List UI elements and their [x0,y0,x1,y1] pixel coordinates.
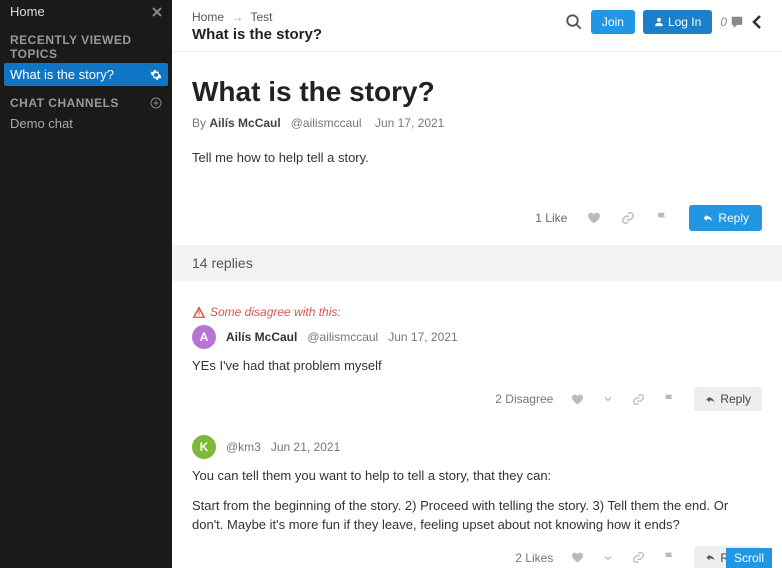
reply-button[interactable]: Reply [694,387,762,411]
chevron-down-icon[interactable] [602,393,614,405]
sidebar-item-recent-0[interactable]: What is the story? [4,63,168,86]
crumb-home[interactable]: Home [192,10,224,24]
replies-bar: 14 replies [172,245,782,281]
gear-icon[interactable] [150,69,162,81]
main: Home → Test What is the story? Join Log … [172,0,782,568]
crumb-test[interactable]: Test [250,10,272,24]
flag-icon[interactable] [663,551,676,564]
flag-note: Some disagree with this: [192,305,762,319]
reply-metric: 2 Disagree [495,392,553,406]
flag-icon[interactable] [663,393,676,406]
chat-heading: CHAT CHANNELS [10,96,119,110]
close-icon[interactable] [152,7,162,17]
heart-icon[interactable] [587,211,601,225]
reply-handle[interactable]: @km3 [226,440,261,454]
recent-heading: RECENTLY VIEWED TOPICS [10,33,162,61]
header-title: What is the story? [192,26,322,43]
avatar[interactable]: A [192,325,216,349]
reply-body: You can tell them you want to help to te… [192,467,762,485]
reply-author[interactable]: Ailís McCaul [226,330,297,344]
post-title: What is the story? [192,76,762,108]
reply-body: Start from the beginning of the story. 2… [192,497,762,533]
reply-body: YEs I've had that problem myself [192,357,762,375]
arrow-icon: → [231,10,243,24]
search-icon[interactable] [565,13,583,31]
reply-button[interactable]: Reply [689,205,762,231]
breadcrumb: Home → Test [192,10,322,24]
login-button[interactable]: Log In [643,10,712,34]
reply-date: Jun 21, 2021 [271,440,340,454]
heart-icon[interactable] [571,551,584,564]
reply-metric: 2 Likes [515,551,553,565]
likes-count: 1 Like [535,211,567,225]
chevron-left-icon[interactable] [752,15,762,29]
reply-handle[interactable]: @ailismccaul [307,330,378,344]
scroll-button[interactable]: Scroll [726,548,772,568]
link-icon[interactable] [621,211,635,225]
reply-item: K @km3 Jun 21, 2021 You can tell them yo… [192,435,762,568]
link-icon[interactable] [632,551,645,564]
sidebar: Home RECENTLY VIEWED TOPICS What is the … [0,0,172,568]
post-body: Tell me how to help tell a story. [192,150,762,165]
join-button[interactable]: Join [591,10,635,34]
reply-date: Jun 17, 2021 [388,330,457,344]
reply-item: Some disagree with this: A Ailís McCaul … [192,305,762,411]
add-channel-icon[interactable] [150,97,162,109]
comment-count[interactable]: 0 [720,15,744,29]
chevron-down-icon[interactable] [602,552,614,564]
sidebar-item-chat-0[interactable]: Demo chat [0,112,172,135]
nav-home[interactable]: Home [10,4,45,19]
avatar[interactable]: K [192,435,216,459]
heart-icon[interactable] [571,393,584,406]
flag-icon[interactable] [655,211,669,225]
link-icon[interactable] [632,393,645,406]
post-byline: By Ailís McCaul @ailismccaul Jun 17, 202… [192,116,762,130]
